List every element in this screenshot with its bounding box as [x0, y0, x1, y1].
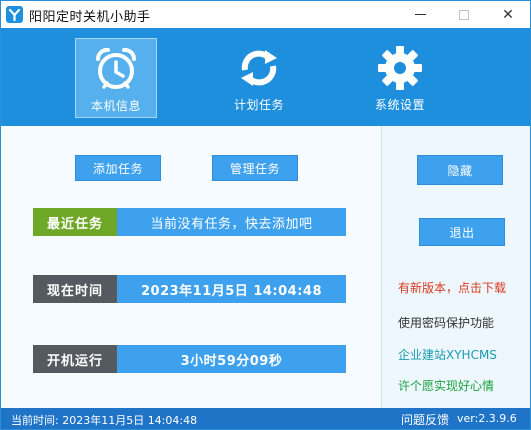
- exit-button[interactable]: 退出: [419, 218, 505, 246]
- maximize-icon: [459, 9, 469, 20]
- current-time-row: 现在时间 2023年11月5日 14:04:48: [33, 275, 346, 303]
- gear-icon: [378, 46, 422, 90]
- recent-task-label: 最近任务: [33, 208, 117, 236]
- title-bar[interactable]: 阳阳定时关机小助手 ✕: [1, 1, 530, 28]
- app-window: 阳阳定时关机小助手 ✕ 本机信息 计划任务 系统设置 添加任务 管理任务 最近任…: [0, 0, 531, 430]
- manage-task-button[interactable]: 管理任务: [212, 155, 298, 181]
- tab-system-settings-label: 系统设置: [374, 98, 425, 112]
- current-time-label: 现在时间: [33, 275, 117, 303]
- version-label: ver:2.3.9.6: [457, 412, 517, 425]
- tab-scheduled-tasks-label: 计划任务: [233, 98, 284, 112]
- enterprise-site-link[interactable]: 企业建站XYHCMS: [398, 346, 497, 363]
- alarm-clock-icon: [95, 47, 137, 89]
- make-a-wish-link[interactable]: 许个愿实现好心情: [398, 377, 494, 394]
- maximize-button[interactable]: [442, 1, 486, 28]
- current-time-value: 2023年11月5日 14:04:48: [117, 275, 346, 303]
- tab-local-info[interactable]: 本机信息: [75, 38, 157, 118]
- status-bar: 当前时间: 2023年11月5日 14:04:48 问题反馈 ver:2.3.9…: [1, 408, 530, 429]
- uptime-label: 开机运行: [33, 345, 117, 373]
- feedback-link[interactable]: 问题反馈: [401, 411, 449, 428]
- tab-local-info-label: 本机信息: [90, 99, 141, 113]
- close-icon: ✕: [502, 6, 514, 23]
- window-title: 阳阳定时关机小助手: [29, 10, 151, 25]
- tab-system-settings[interactable]: 系统设置: [359, 38, 441, 118]
- main-panel: 添加任务 管理任务 最近任务 当前没有任务，快去添加吧 现在时间 2023年11…: [1, 126, 381, 408]
- top-nav: 本机信息 计划任务 系统设置: [1, 28, 530, 126]
- recent-task-row: 最近任务 当前没有任务，快去添加吧: [33, 208, 346, 236]
- app-logo-icon: [6, 6, 23, 23]
- hide-button[interactable]: 隐藏: [417, 155, 503, 185]
- side-panel: 隐藏 退出 有新版本，点击下载 使用密码保护功能 企业建站XYHCMS 许个愿实…: [381, 126, 530, 408]
- minimize-icon: [414, 14, 426, 15]
- minimize-button[interactable]: [398, 1, 442, 28]
- close-button[interactable]: ✕: [486, 1, 530, 28]
- password-protection-link[interactable]: 使用密码保护功能: [398, 314, 494, 331]
- uptime-row: 开机运行 3小时59分09秒: [33, 345, 346, 373]
- tab-scheduled-tasks[interactable]: 计划任务: [218, 38, 300, 118]
- recent-task-value: 当前没有任务，快去添加吧: [117, 208, 346, 236]
- new-version-link[interactable]: 有新版本，点击下载: [398, 279, 506, 296]
- add-task-button[interactable]: 添加任务: [75, 155, 161, 181]
- status-current-time: 当前时间: 2023年11月5日 14:04:48: [11, 414, 198, 427]
- uptime-value: 3小时59分09秒: [117, 345, 346, 373]
- refresh-arrows-icon: [241, 50, 277, 86]
